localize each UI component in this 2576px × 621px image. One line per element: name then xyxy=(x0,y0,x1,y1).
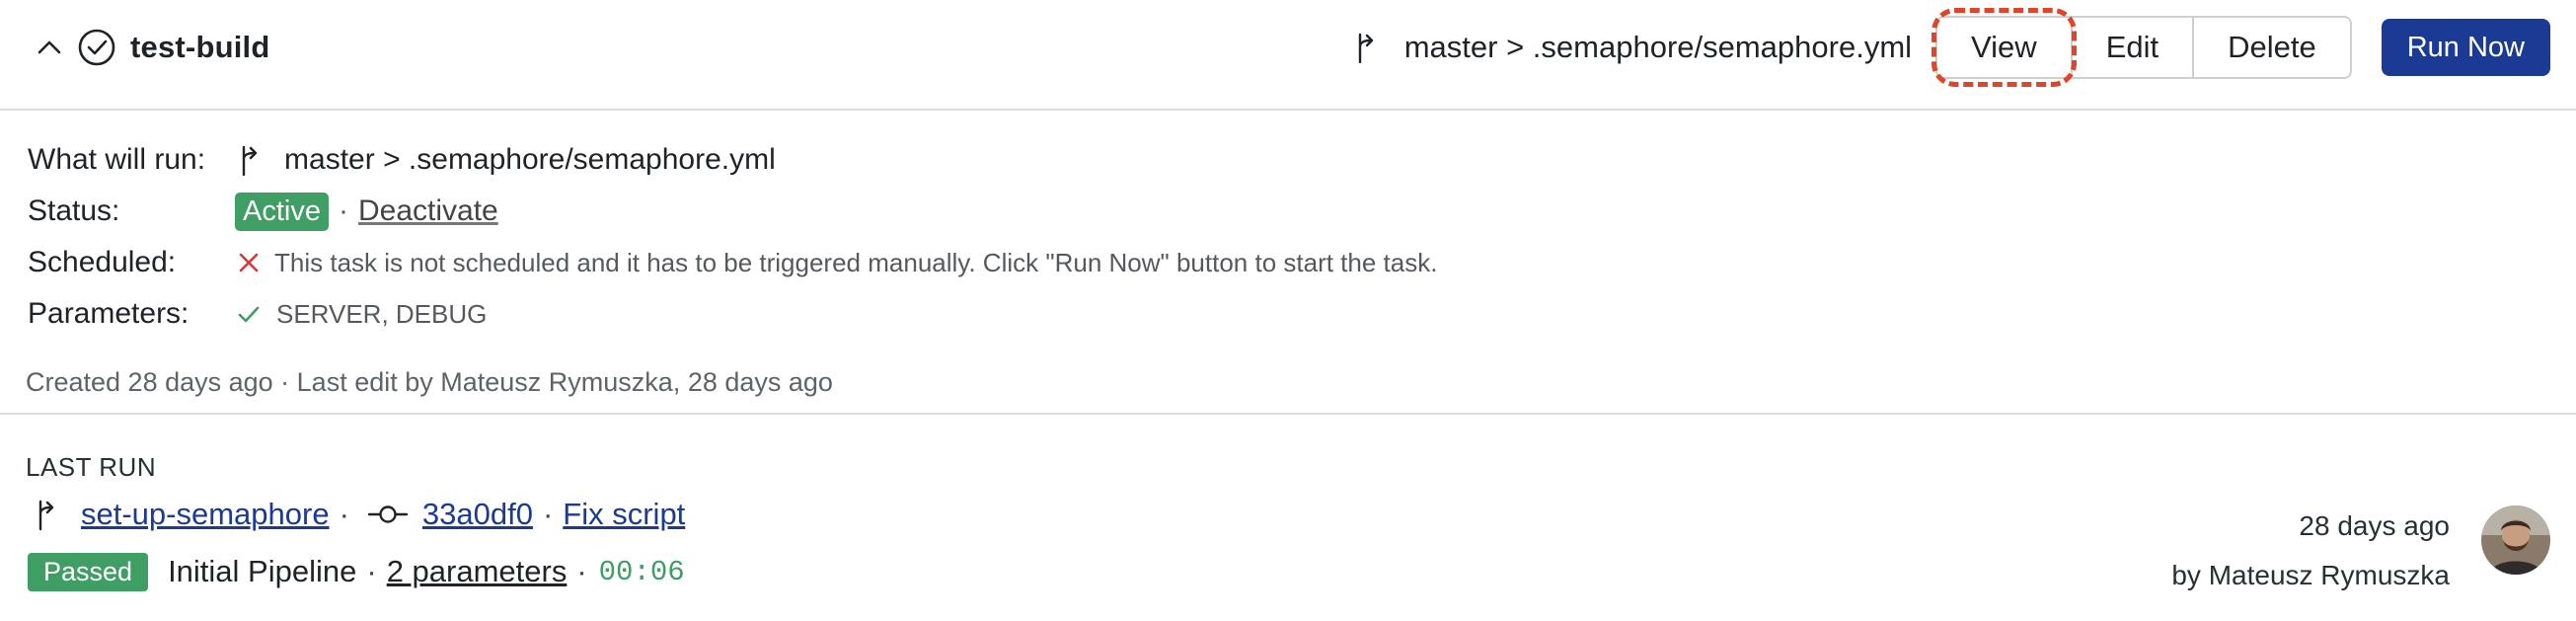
pipeline-name: Initial Pipeline xyxy=(168,554,357,588)
view-button[interactable]: View xyxy=(1932,8,2077,87)
what-will-run-label: What will run: xyxy=(28,143,206,176)
delete-button[interactable]: Delete xyxy=(2194,18,2350,77)
deactivate-link[interactable]: Deactivate xyxy=(358,194,498,228)
last-run-author: 28 days ago by Mateusz Rymuszka xyxy=(2171,502,2450,600)
branch-icon xyxy=(34,497,65,532)
check-icon xyxy=(235,300,263,328)
branch-icon xyxy=(1353,30,1385,65)
edit-button[interactable]: Edit xyxy=(2073,18,2195,77)
parameters-label: Parameters: xyxy=(28,297,189,330)
run-now-label: Run Now xyxy=(2406,31,2525,63)
last-run-time: 28 days ago xyxy=(2299,510,2450,541)
scheduled-text: This task is not scheduled and it has to… xyxy=(274,247,1438,277)
commit-icon xyxy=(367,503,409,526)
view-button-label: View xyxy=(1971,30,2037,64)
task-name: test-build xyxy=(130,30,270,64)
task-meta: Created 28 days ago · Last edit by Mateu… xyxy=(26,367,833,397)
chevron-up-icon[interactable] xyxy=(34,32,65,63)
header-branch-path-text: master > .semaphore/semaphore.yml xyxy=(1403,30,1913,64)
status-row: Status: Active · Deactivate xyxy=(28,190,498,233)
last-run-user: by Mateusz Rymuszka xyxy=(2171,560,2450,590)
task-title-group: test-build xyxy=(34,24,270,71)
avatar xyxy=(2481,505,2550,575)
separator: · xyxy=(576,554,587,588)
what-will-run-text: master > .semaphore/semaphore.yml xyxy=(284,143,776,176)
separator: · xyxy=(366,554,377,588)
status-separator: · xyxy=(338,194,348,227)
last-run-title: LAST RUN xyxy=(26,452,157,482)
last-run-branch-link[interactable]: set-up-semaphore xyxy=(81,497,330,532)
last-run-commit-link[interactable]: 33a0df0 xyxy=(422,497,533,532)
scheduled-row: Scheduled: This task is not scheduled an… xyxy=(28,241,1437,284)
task-header: test-build master > .semaphore/semaphore… xyxy=(0,0,2576,111)
what-will-run-value: master > .semaphore/semaphore.yml xyxy=(205,142,776,178)
check-circle-icon xyxy=(77,28,116,67)
result-badge: Passed xyxy=(28,552,149,591)
branch-icon xyxy=(237,142,268,178)
status-label: Status: xyxy=(28,194,120,227)
scheduled-label: Scheduled: xyxy=(28,246,177,278)
x-icon xyxy=(235,249,263,276)
last-run-pipeline-line: Passed Initial Pipeline · 2 parameters ·… xyxy=(28,549,685,594)
edit-button-label: Edit xyxy=(2105,30,2159,64)
status-badge: Active xyxy=(235,192,329,231)
separator: · xyxy=(339,497,349,531)
task-action-group: View Edit Delete xyxy=(1932,8,2352,87)
separator: · xyxy=(542,497,554,531)
run-now-button[interactable]: Run Now xyxy=(2381,19,2550,76)
header-actions: master > .semaphore/semaphore.yml View E… xyxy=(1353,8,2550,87)
parameters-link[interactable]: 2 parameters xyxy=(387,554,568,589)
last-run-commit-line: set-up-semaphore · 33a0df0 · Fix script xyxy=(34,492,685,537)
parameters-value: SERVER, DEBUG xyxy=(276,298,488,329)
run-duration: 00:06 xyxy=(598,555,685,588)
parameters-row: Parameters: SERVER, DEBUG xyxy=(28,292,487,336)
delete-button-label: Delete xyxy=(2228,30,2316,64)
section-divider xyxy=(0,413,2576,415)
last-run-commit-message-link[interactable]: Fix script xyxy=(563,497,685,532)
header-branch-path: master > .semaphore/semaphore.yml xyxy=(1353,30,1912,65)
what-will-run-row: What will run: master > .semaphore/semap… xyxy=(28,138,776,182)
